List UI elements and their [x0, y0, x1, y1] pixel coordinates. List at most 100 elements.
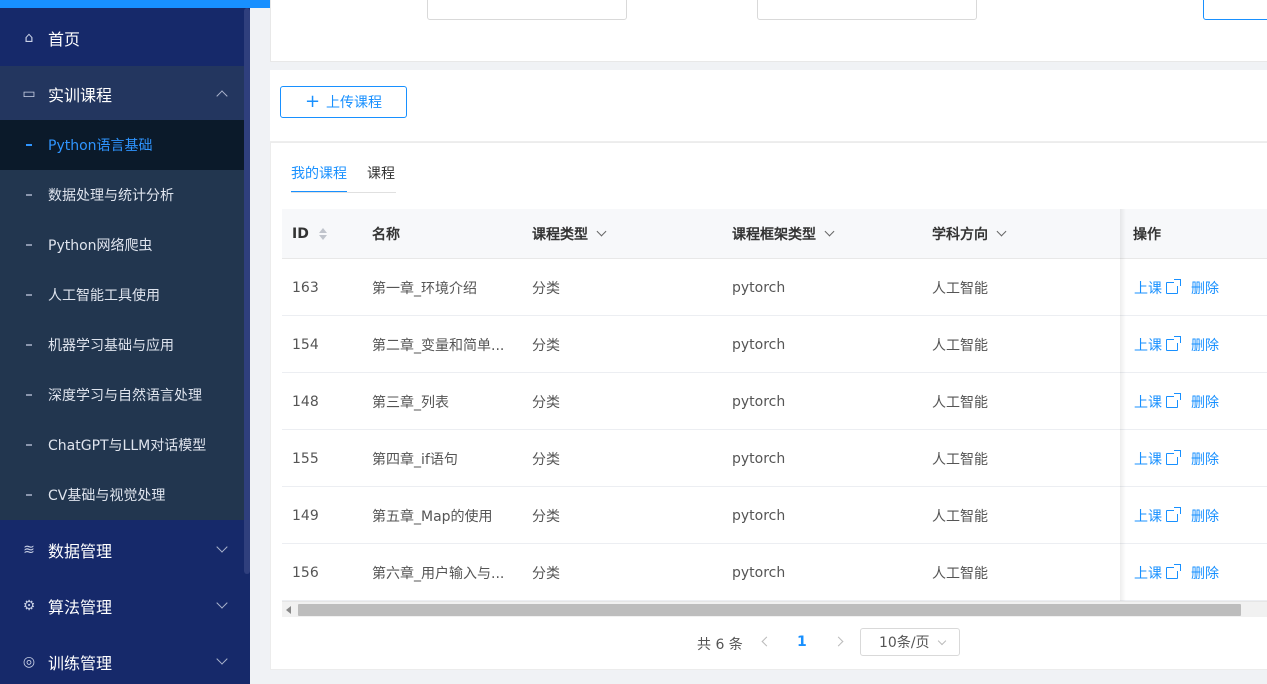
dash-icon — [26, 494, 32, 496]
tab-courses[interactable]: 课程 — [367, 163, 395, 193]
create-time-filter[interactable] — [757, 0, 977, 20]
delete-link[interactable]: 删除 — [1191, 563, 1219, 583]
cell-framework: pytorch — [732, 279, 786, 296]
cell-name: 第六章_用户输入与... — [372, 565, 505, 582]
chevron-down-icon[interactable] — [996, 226, 1007, 236]
sidebar-subitem-web-crawler[interactable]: Python网络爬虫 — [0, 220, 244, 270]
cell-id: 154 — [292, 336, 319, 353]
database-icon: ≋ — [23, 542, 35, 558]
external-link-icon — [1166, 392, 1181, 408]
sort-icon[interactable] — [318, 228, 327, 240]
start-class-label: 上课 — [1134, 280, 1162, 297]
sidebar-subitem-machine-learning[interactable]: 机器学习基础与应用 — [0, 320, 244, 370]
course-tabs: 我的课程 课程 — [291, 163, 415, 195]
train-icon: ◎ — [22, 654, 36, 670]
sidebar-item-label: 首页 — [48, 30, 81, 49]
search-button[interactable] — [1203, 0, 1267, 20]
cell-subject: 人工智能 — [932, 337, 988, 354]
pagination-page-1[interactable]: 1 — [797, 634, 807, 650]
cell-id: 156 — [292, 564, 319, 581]
gear-icon: ⚙ — [22, 598, 36, 614]
filter-panel — [270, 0, 1267, 62]
delete-link[interactable]: 删除 — [1191, 506, 1219, 526]
scroll-left-icon[interactable] — [286, 606, 291, 614]
page-size-select[interactable]: 10条/页 — [860, 628, 960, 656]
cell-framework: pytorch — [732, 507, 786, 524]
course-card: 我的课程 课程 ID 名称 课程类型 课程框架类型 学科方向 操作 163 第一… — [270, 142, 1267, 670]
delete-link[interactable]: 删除 — [1191, 278, 1219, 298]
delete-link[interactable]: 删除 — [1191, 449, 1219, 469]
sidebar-item-data-management[interactable]: ≋ 数据管理 — [0, 522, 244, 578]
subitem-label: 数据处理与统计分析 — [48, 188, 174, 204]
sidebar-item-algorithm-management[interactable]: ⚙ 算法管理 — [0, 578, 244, 634]
sidebar-subitem-cv-basics[interactable]: CV基础与视觉处理 — [0, 470, 244, 520]
start-class-link[interactable]: 上课 — [1134, 563, 1181, 583]
upload-course-label: 上传课程 — [326, 95, 383, 111]
sidebar-subitem-chatgpt-llm[interactable]: ChatGPT与LLM对话模型 — [0, 420, 244, 470]
sidebar-item-training[interactable]: ▭ 实训课程 — [0, 66, 244, 122]
start-class-link[interactable]: 上课 — [1134, 392, 1181, 412]
start-class-link[interactable]: 上课 — [1134, 506, 1181, 526]
upload-course-button[interactable]: + 上传课程 — [280, 86, 407, 118]
chevron-down-icon — [216, 541, 228, 553]
external-link-icon — [1166, 335, 1181, 351]
home-icon: ⌂ — [24, 30, 34, 46]
dash-icon — [26, 394, 32, 396]
delete-link[interactable]: 删除 — [1191, 335, 1219, 355]
sidebar-subitem-deep-learning-nlp[interactable]: 深度学习与自然语言处理 — [0, 370, 244, 420]
col-framework-label: 课程框架类型 — [732, 227, 816, 243]
external-link-icon — [1166, 449, 1181, 465]
cell-name: 第一章_环境介绍 — [372, 280, 477, 297]
start-class-link[interactable]: 上课 — [1134, 278, 1181, 298]
col-framework[interactable]: 课程框架类型 — [732, 209, 835, 259]
external-link-icon — [1166, 278, 1181, 294]
cell-subject: 人工智能 — [932, 451, 988, 468]
start-class-label: 上课 — [1134, 451, 1162, 468]
chevron-down-icon — [216, 653, 228, 665]
cell-id: 149 — [292, 507, 319, 524]
cell-operations: 上课 删除 — [1134, 373, 1219, 430]
sidebar-subitem-ai-tools[interactable]: 人工智能工具使用 — [0, 270, 244, 320]
col-type-label: 课程类型 — [532, 227, 588, 243]
col-ops-label: 操作 — [1133, 227, 1161, 243]
tabs-divider — [291, 192, 396, 193]
col-subject-label: 学科方向 — [932, 227, 988, 243]
cell-framework: pytorch — [732, 564, 786, 581]
subitem-label: 机器学习基础与应用 — [48, 338, 174, 354]
sidebar-item-home[interactable]: ⌂ 首页 — [0, 10, 244, 66]
sidebar-subitem-data-processing[interactable]: 数据处理与统计分析 — [0, 170, 244, 220]
col-id[interactable]: ID — [292, 209, 327, 259]
sidebar-item-label: 算法管理 — [48, 598, 113, 617]
chevron-right-icon[interactable] — [833, 636, 844, 647]
chevron-down-icon[interactable] — [824, 226, 835, 236]
cell-name: 第二章_变量和简单... — [372, 337, 505, 354]
start-class-label: 上课 — [1134, 565, 1162, 582]
cell-type: 分类 — [532, 508, 560, 525]
chevron-left-icon[interactable] — [761, 636, 772, 647]
cell-name: 第五章_Map的使用 — [372, 508, 493, 525]
delete-link[interactable]: 删除 — [1191, 392, 1219, 412]
dash-icon — [26, 344, 32, 346]
start-class-link[interactable]: 上课 — [1134, 449, 1181, 469]
fixed-column-shadow — [1120, 209, 1126, 603]
framework-type-filter[interactable] — [427, 0, 627, 20]
chevron-down-icon[interactable] — [596, 226, 607, 236]
cell-subject: 人工智能 — [932, 508, 988, 525]
col-subject[interactable]: 学科方向 — [932, 209, 1007, 259]
sidebar-item-training-management[interactable]: ◎ 训练管理 — [0, 634, 244, 684]
start-class-link[interactable]: 上课 — [1134, 335, 1181, 355]
cell-subject: 人工智能 — [932, 280, 988, 297]
scrollbar-thumb[interactable] — [298, 604, 1241, 616]
col-id-label: ID — [292, 226, 309, 242]
code-icon: ▭ — [22, 86, 36, 102]
cell-operations: 上课 删除 — [1134, 316, 1219, 373]
col-type[interactable]: 课程类型 — [532, 209, 607, 259]
training-submenu: Python语言基础 数据处理与统计分析 Python网络爬虫 人工智能工具使用… — [0, 120, 244, 520]
horizontal-scrollbar[interactable] — [282, 601, 1267, 617]
cell-type: 分类 — [532, 565, 560, 582]
cell-id: 155 — [292, 450, 319, 467]
cell-id: 163 — [292, 279, 319, 296]
sidebar-subitem-python-basics[interactable]: Python语言基础 — [0, 120, 244, 170]
cell-operations: 上课 删除 — [1134, 259, 1219, 316]
tab-my-courses[interactable]: 我的课程 — [291, 163, 347, 193]
